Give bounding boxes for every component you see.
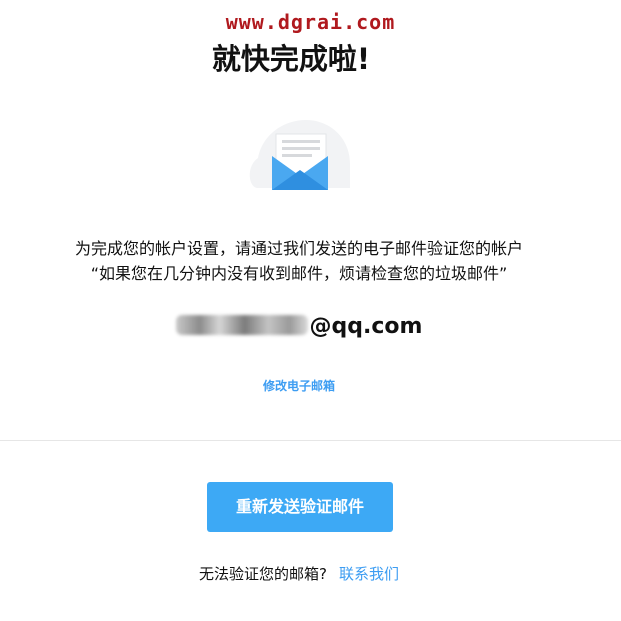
watermark-text: www.dgrai.com xyxy=(225,10,396,34)
email-address: @qq.com xyxy=(0,314,598,339)
email-redacted-mask xyxy=(175,315,308,335)
email-domain: @qq.com xyxy=(309,314,423,339)
change-email-link[interactable]: 修改电子邮箱 xyxy=(0,377,598,394)
help-question: 无法验证您的邮箱? xyxy=(199,565,327,583)
email-envelope-icon xyxy=(248,118,352,192)
divider xyxy=(0,440,621,441)
message-line-1: 为完成您的帐户设置，请通过我们发送的电子邮件验证您的帐户 xyxy=(74,239,523,258)
message-line-2: “如果您在几分钟内没有收到邮件，烦请检查您的垃圾邮件” xyxy=(90,264,508,283)
resend-verification-button[interactable]: 重新发送验证邮件 xyxy=(207,482,393,532)
help-row: 无法验证您的邮箱? 联系我们 xyxy=(0,563,598,584)
verify-email-page: www.dgrai.com 就快完成啦! 为完成您的帐户设置，请通过我们发送的电… xyxy=(0,0,621,621)
contact-us-link[interactable]: 联系我们 xyxy=(339,565,399,583)
page-title: 就快完成啦! xyxy=(211,42,371,76)
verification-message: 为完成您的帐户设置，请通过我们发送的电子邮件验证您的帐户 “如果您在几分钟内没有… xyxy=(0,236,598,286)
